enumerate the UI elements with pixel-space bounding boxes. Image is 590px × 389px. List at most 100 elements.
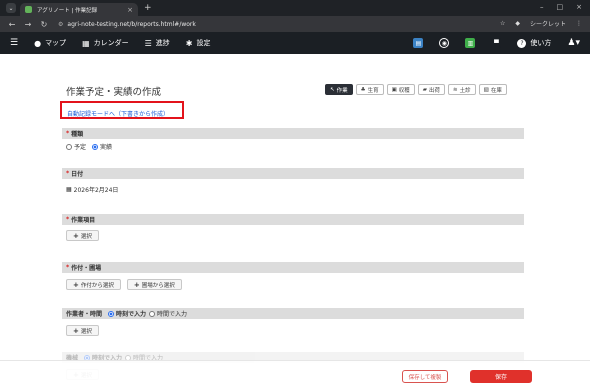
section-kind-label: 種類: [71, 131, 84, 138]
radio-by-clock[interactable]: 時刻で入力: [108, 309, 146, 318]
plus-icon: +: [73, 280, 79, 289]
radio-plan[interactable]: 予定: [66, 142, 86, 151]
forward-icon[interactable]: →: [24, 20, 32, 29]
page-title: 作業予定・実績の作成: [66, 87, 162, 98]
nav-calendar[interactable]: ▦ カレンダー: [82, 38, 129, 48]
plus-icon: +: [73, 231, 79, 240]
browser-menu-icon[interactable]: ⋮: [576, 20, 582, 27]
section-worker-time-label: 作業者・時間: [66, 311, 103, 318]
auto-record-link[interactable]: 自動記録モードへ（下書きから作成）: [67, 109, 169, 118]
section-work-item-header: * 作業項目: [62, 214, 524, 225]
help-link[interactable]: ? 使い方: [517, 38, 551, 48]
url-field[interactable]: ⚙ agri-note-testing.net/b/reports.html#/…: [58, 21, 196, 28]
app-nav: ☰ ● マップ ▦ カレンダー ☰ 進捗 ✱ 設定 ▤ ◉ ▥ ▀ ? 使い方 …: [0, 32, 590, 54]
site-info-icon[interactable]: ⚙: [58, 21, 63, 28]
plus-icon: +: [73, 326, 79, 335]
browser-tab[interactable]: アグリノート | 作業記録 ×: [20, 3, 138, 16]
browser-tab-bar: ⌄ アグリノート | 作業記録 × + – □ ×: [0, 0, 590, 16]
tab-work-label: 作業: [336, 87, 348, 94]
nav-map[interactable]: ● マップ: [34, 38, 66, 48]
maximize-icon[interactable]: □: [557, 3, 564, 11]
basket-icon: ▣: [391, 86, 397, 93]
work-type-tabs: ↖ 作業 ♣ 生育 ▣ 収穫 ▰ 出荷 ≋ 土診 ▧ 在庫: [325, 84, 507, 95]
radio-actual-label: 実績: [100, 144, 113, 151]
map-pin-icon: ●: [34, 38, 42, 48]
question-icon: ?: [517, 38, 527, 48]
select-work-item-button[interactable]: + 選択: [66, 230, 99, 241]
select-worker-label: 選択: [80, 328, 92, 335]
section-date-header: * 日付: [62, 168, 524, 179]
section-work-item: * 作業項目 + 選択: [62, 214, 524, 244]
tab-harvest[interactable]: ▣ 収穫: [386, 84, 415, 95]
nav-progress-label: 進捗: [155, 39, 170, 47]
close-tab-icon[interactable]: ×: [127, 6, 133, 14]
section-date-label: 日付: [71, 171, 84, 178]
calendar-icon: ▦: [82, 38, 90, 48]
select-from-field-button[interactable]: + 圃場から選択: [126, 279, 182, 290]
back-icon[interactable]: ←: [8, 20, 16, 29]
reload-icon[interactable]: ↻: [40, 20, 48, 29]
main-content: 作業予定・実績の作成 ↖ 作業 ♣ 生育 ▣ 収穫 ▰ 出荷 ≋ 土診 ▧ 在庫 自動記録モ…: [0, 54, 590, 389]
record-icon[interactable]: ◉: [439, 38, 450, 48]
select-from-crop-button[interactable]: + 作付から選択: [66, 279, 121, 290]
tab-list-icon[interactable]: ⌄: [6, 3, 16, 13]
url-text: agri-note-testing.net/b/reports.html#/wo…: [67, 20, 196, 28]
sprout-icon: ♣: [360, 86, 366, 93]
section-worker-time-header: 作業者・時間 時刻で入力 時間で入力: [62, 308, 524, 319]
nav-progress[interactable]: ☰ 進捗: [145, 38, 170, 48]
date-value[interactable]: 2026年2月24日: [74, 185, 119, 194]
tab-title: アグリノート | 作業記録: [37, 7, 98, 14]
menu-toggle-icon[interactable]: ☰: [10, 38, 18, 48]
new-tab-icon[interactable]: +: [144, 3, 152, 13]
tab-harvest-label: 収穫: [398, 87, 410, 94]
profile-label[interactable]: シークレット: [530, 19, 566, 28]
footer-bar: 保存して複製 保存: [0, 360, 590, 389]
incognito-icon[interactable]: ◆: [515, 20, 520, 27]
radio-plan-label: 予定: [74, 144, 87, 151]
tab-shipping[interactable]: ▰ 出荷: [417, 84, 446, 95]
tab-growth-label: 生育: [367, 87, 379, 94]
section-crop-field-header: * 作付・圃場: [62, 262, 524, 273]
calculator-icon[interactable]: ▤: [413, 38, 424, 48]
user-icon[interactable]: ♟▾: [567, 38, 580, 48]
tab-stock-label: 在庫: [490, 87, 502, 94]
soil-icon: ≋: [453, 86, 458, 93]
tab-shipping-label: 出荷: [429, 87, 441, 94]
gear-icon: ✱: [185, 38, 193, 48]
radio-by-duration[interactable]: 時間で入力: [149, 309, 187, 318]
select-from-crop-label: 作付から選択: [80, 282, 114, 289]
calendar-small-icon: ▦: [66, 186, 72, 193]
tab-soil[interactable]: ≋ 土診: [448, 84, 476, 95]
nav-settings-label: 設定: [196, 39, 211, 47]
radio-by-clock-label: 時刻で入力: [116, 311, 147, 318]
close-window-icon[interactable]: ×: [576, 3, 582, 11]
bookmark-star-icon[interactable]: ☆: [500, 20, 505, 27]
section-crop-field-label: 作付・圃場: [71, 265, 102, 272]
tab-work-icon: ↖: [330, 86, 335, 93]
nav-map-label: マップ: [45, 39, 67, 47]
section-date: * 日付 ▦ 2026年2月24日: [62, 168, 524, 197]
site-favicon-icon: [25, 6, 32, 13]
select-from-field-label: 圃場から選択: [141, 282, 175, 289]
save-and-duplicate-button[interactable]: 保存して複製: [402, 370, 448, 383]
section-kind-header: * 種類: [62, 128, 524, 139]
section-work-item-label: 作業項目: [71, 217, 96, 224]
truck-icon: ▰: [422, 86, 428, 93]
radio-actual[interactable]: 実績: [92, 142, 112, 151]
save-button[interactable]: 保存: [470, 370, 532, 383]
sheet-icon[interactable]: ▥: [465, 38, 476, 48]
tab-growth[interactable]: ♣ 生育: [355, 84, 384, 95]
tab-work[interactable]: ↖ 作業: [325, 84, 353, 95]
list-icon: ☰: [144, 38, 152, 48]
notification-icon[interactable]: ▀: [491, 38, 502, 48]
tab-stock[interactable]: ▧ 在庫: [478, 84, 507, 95]
stock-icon: ▧: [483, 86, 489, 93]
nav-calendar-label: カレンダー: [93, 39, 129, 47]
radio-by-duration-label: 時間で入力: [157, 311, 188, 318]
select-worker-button[interactable]: + 選択: [66, 325, 99, 336]
section-crop-field: * 作付・圃場 + 作付から選択 + 圃場から選択: [62, 262, 524, 293]
nav-settings[interactable]: ✱ 設定: [186, 38, 211, 48]
select-work-item-label: 選択: [80, 233, 92, 240]
address-bar: ← → ↻ ⚙ agri-note-testing.net/b/reports.…: [0, 16, 590, 32]
minimize-icon[interactable]: –: [540, 3, 544, 11]
